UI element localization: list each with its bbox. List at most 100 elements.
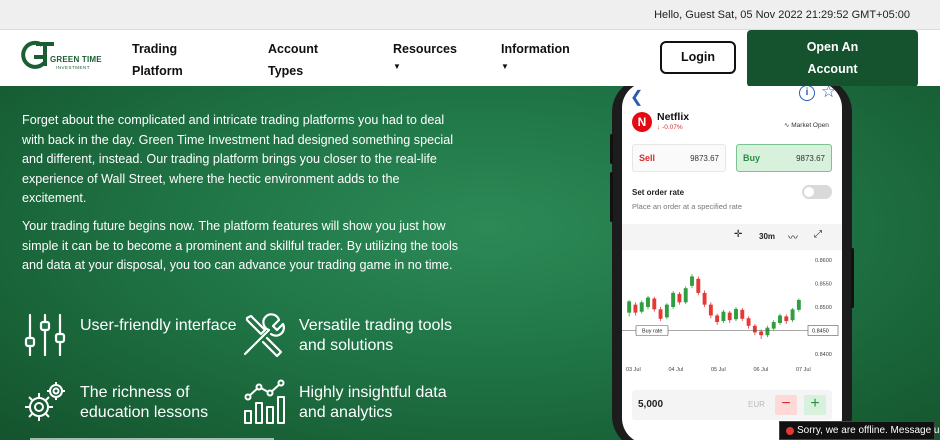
set-order-rate-label: Set order rate <box>632 188 685 197</box>
buy-label: Buy <box>743 153 761 163</box>
chart-toolbar: ✛ 30m 〰 ⤢ <box>622 224 842 250</box>
open-account-button[interactable]: Open An Account <box>747 30 918 87</box>
market-status-label: Market Open <box>791 122 829 129</box>
candle-body <box>790 309 795 321</box>
order-rate-toggle[interactable] <box>802 185 832 199</box>
caret-down-icon: ▼ <box>501 62 509 71</box>
candle-body <box>639 302 644 312</box>
x-tick-label: 04 Jul <box>669 367 684 373</box>
candlestick-chart: 0.86000.85500.85000.84500.8400Buy rate0.… <box>622 258 839 373</box>
future-paragraph: Your trading future begins now. The plat… <box>22 219 459 272</box>
stock-change: ↓ -0.07% <box>657 124 683 131</box>
candle-body <box>627 301 632 313</box>
brand-logo[interactable]: GREEN TIME INVESTMENT <box>20 39 102 77</box>
nav-item-label: Trading <box>132 42 178 56</box>
chat-status-text: Sorry, we are offline. Message us. <box>797 425 940 436</box>
buy-rate-label: Buy rate <box>642 329 662 335</box>
hero-section: Forget about the complicated and intrica… <box>0 86 940 440</box>
sell-value: 9873.67 <box>690 154 719 163</box>
feature-label: The richness of education lessons <box>80 384 209 421</box>
greeting-text: Hello, Guest Sat, 05 Nov 2022 21:29:52 G… <box>654 9 910 21</box>
feature-label: User-friendly interface <box>80 317 237 334</box>
stock-change-value: -0.07% <box>662 124 683 131</box>
sell-label: Sell <box>639 153 656 163</box>
y-tick-label: 0.8550 <box>815 282 832 288</box>
y-tick-label: 0.8600 <box>815 258 832 264</box>
candle-body <box>746 318 751 326</box>
phone-screen: ❮ i ☆ N Netflix ↓ -0.07% ∿ Market Open S… <box>622 86 842 440</box>
quantity-input[interactable]: 5,000 <box>638 399 663 410</box>
pulse-icon: ∿ <box>784 122 790 129</box>
candle-body <box>784 316 789 322</box>
candle-body <box>690 276 694 286</box>
y-tick-label: 0.8400 <box>815 352 832 358</box>
candle-body <box>683 288 688 303</box>
feature-label: Highly insightful data and analytics <box>299 384 447 421</box>
candle-body <box>759 331 764 336</box>
candle-body <box>708 304 713 316</box>
nav-trading-platform[interactable]: Trading Platform <box>132 38 183 82</box>
phone-side-button <box>610 172 613 222</box>
decrease-button[interactable]: − <box>775 395 797 415</box>
sliders-icon <box>24 313 66 357</box>
nav-item-label: Types <box>268 64 304 78</box>
caret-down-icon: ▼ <box>393 62 401 71</box>
back-arrow-icon[interactable]: ❮ <box>630 87 643 107</box>
star-icon[interactable]: ☆ <box>821 86 836 101</box>
phone-side-button <box>851 248 854 308</box>
feature-label: Versatile trading tools and solutions <box>299 317 452 354</box>
sell-button[interactable]: Sell 9873.67 <box>632 144 726 172</box>
timeframe-selector[interactable]: 30m <box>759 232 775 241</box>
buy-value: 9873.67 <box>796 154 825 163</box>
candle-body <box>646 297 650 307</box>
phone-mockup: ❮ i ☆ N Netflix ↓ -0.07% ∿ Market Open S… <box>610 86 854 440</box>
x-tick-label: 07 Jul <box>796 367 811 373</box>
candle-body <box>715 315 720 323</box>
buy-rate-value: 0.8450 <box>812 329 829 335</box>
candle-body <box>727 312 732 321</box>
expand-icon[interactable]: ⤢ <box>814 229 822 240</box>
nav-account-types[interactable]: Account Types <box>268 38 318 82</box>
x-tick-label: 05 Jul <box>711 367 726 373</box>
logo-name: GREEN TIME <box>50 55 102 64</box>
quantity-row: 5,000 EUR − + <box>632 390 832 420</box>
set-order-rate-hint: Place an order at a specified rate <box>632 202 743 211</box>
candle-body <box>740 309 745 319</box>
crosshair-icon[interactable]: ✛ <box>734 229 742 240</box>
stock-name: Netflix <box>657 111 690 123</box>
candle-body <box>702 292 707 305</box>
market-status: ∿ Market Open <box>784 121 829 129</box>
tools-icon <box>243 313 285 358</box>
nav-item-label: Account <box>268 42 318 56</box>
info-icon[interactable]: i <box>799 86 815 101</box>
netflix-logo-icon: N <box>632 112 652 132</box>
analytics-icon <box>244 379 285 424</box>
candle-body <box>721 311 726 322</box>
open-account-label: Account <box>807 62 858 76</box>
increase-button[interactable]: + <box>804 395 826 415</box>
candle-body <box>658 309 663 319</box>
login-button[interactable]: Login <box>660 41 736 74</box>
candle-body <box>778 315 782 323</box>
logo-tagline: INVESTMENT <box>56 65 91 70</box>
toggle-knob <box>804 187 814 197</box>
nav-item-label: Resources <box>393 42 457 56</box>
intro-paragraph: Forget about the complicated and intrica… <box>22 113 453 205</box>
candle-body <box>734 308 738 320</box>
chat-widget[interactable]: Sorry, we are offline. Message us. <box>779 421 940 440</box>
nav-item-label: Information <box>501 42 570 56</box>
nav-resources[interactable]: Resources ▼ <box>393 38 457 74</box>
candle-body <box>696 278 701 293</box>
gears-icon <box>25 382 65 421</box>
candle-body <box>752 325 757 333</box>
candle-body <box>771 322 776 329</box>
chart-type-icon[interactable]: 〰 <box>788 229 798 244</box>
buy-button[interactable]: Buy 9873.67 <box>736 144 832 172</box>
nav-information[interactable]: Information ▼ <box>501 38 570 74</box>
quantity-unit: EUR <box>748 400 765 409</box>
candle-body <box>796 299 801 310</box>
nav-item-label: Platform <box>132 64 183 78</box>
main-nav: GREEN TIME INVESTMENT Trading Platform A… <box>0 30 940 87</box>
candle-body <box>633 304 638 313</box>
candle-body <box>671 292 676 307</box>
